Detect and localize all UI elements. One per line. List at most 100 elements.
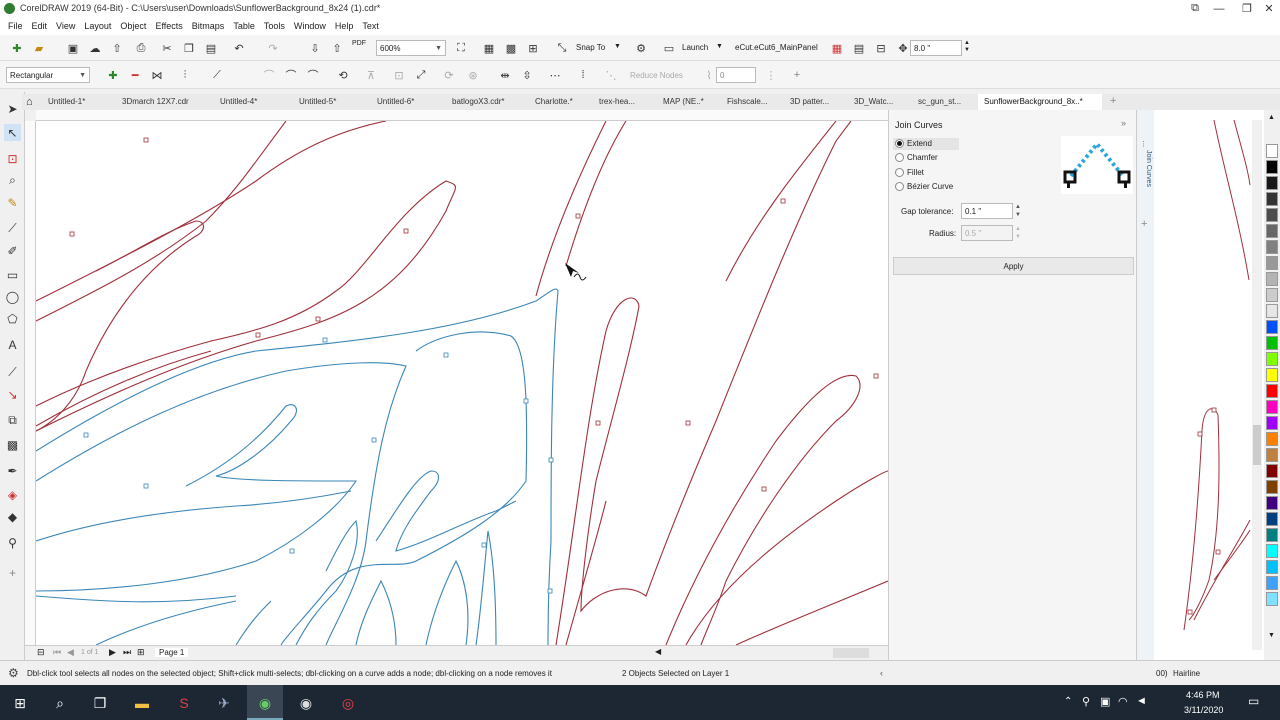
color-swatch[interactable] <box>1266 560 1278 574</box>
connector-tool-icon[interactable]: ↘ <box>4 386 21 403</box>
apply-button[interactable]: Apply <box>893 257 1134 275</box>
cut-icon[interactable]: ✂ <box>160 41 174 55</box>
palette-scroll-down-icon[interactable]: ▼ <box>1268 632 1275 639</box>
snap-to-label[interactable]: Snap To <box>576 43 605 52</box>
color-swatch[interactable] <box>1266 448 1278 462</box>
join-nodes-icon[interactable]: ⋈ <box>150 68 164 82</box>
horizontal-scrollbar-thumb[interactable] <box>833 648 869 658</box>
node-handle[interactable] <box>322 337 328 343</box>
node-handle[interactable] <box>69 231 75 237</box>
gap-tolerance-spinner-icon[interactable]: ▲ ▼ <box>1015 203 1021 219</box>
notifications-icon[interactable]: ▭ <box>1248 694 1259 708</box>
blue-curve[interactable] <box>36 288 559 645</box>
crop-tool-icon[interactable]: ⊡ <box>4 150 21 167</box>
tab-untitled-5[interactable]: Untitled-5* <box>299 94 336 110</box>
snap-icon[interactable]: ⤡ <box>555 41 569 55</box>
artistic-media-icon[interactable]: ✐ <box>4 242 21 259</box>
color-swatch[interactable] <box>1266 416 1278 430</box>
color-swatch[interactable] <box>1266 480 1278 494</box>
show-nodes-icon[interactable]: ⋮ <box>764 68 778 82</box>
selection-mode-combo[interactable]: Rectangular ▼ <box>6 67 90 83</box>
rectangle-tool-icon[interactable]: ▭ <box>4 266 21 283</box>
node-handle[interactable] <box>873 373 879 379</box>
blue-curve[interactable] <box>325 519 358 592</box>
node-handle[interactable] <box>315 316 321 322</box>
radius-input[interactable]: 0.5 " <box>961 225 1013 241</box>
bezier-curve-radio[interactable] <box>895 182 904 191</box>
color-swatch[interactable] <box>1266 256 1278 270</box>
chrome-icon[interactable]: ◎ <box>336 691 360 715</box>
polygon-tool-icon[interactable]: ⬠ <box>4 310 21 327</box>
options-gear-icon[interactable]: ⚙ <box>634 41 648 55</box>
blue-curve[interactable] <box>375 470 517 552</box>
vertical-scrollbar-thumb[interactable] <box>1253 425 1261 465</box>
calendar-icon[interactable]: ▦ <box>830 41 844 55</box>
nudge-distance-input[interactable]: 8.0 " <box>910 40 962 56</box>
node-handle[interactable] <box>83 432 89 438</box>
menu-object[interactable]: Object <box>120 21 146 31</box>
red-curve[interactable] <box>685 470 888 645</box>
upload-icon[interactable]: ⇧ <box>110 41 124 55</box>
freehand-tool-icon[interactable]: ✎ <box>4 194 21 211</box>
tab-untitled-6[interactable]: Untitled-6* <box>377 94 414 110</box>
color-swatch[interactable] <box>1266 192 1278 206</box>
tab-trex-head[interactable]: trex-hea... <box>599 94 635 110</box>
undo-icon[interactable]: ↶ <box>232 41 246 55</box>
volume-icon[interactable]: ◄ <box>1136 695 1147 707</box>
bezier-tool-icon[interactable]: ⟋ <box>4 220 21 237</box>
reverse-direction-icon[interactable]: ⟲ <box>336 68 350 82</box>
chevron-down-icon[interactable]: ▼ <box>614 43 621 50</box>
color-swatch[interactable] <box>1266 400 1278 414</box>
status-expand-icon[interactable]: ‹ <box>880 668 883 678</box>
cloud-sync-icon[interactable]: ☁ <box>88 41 102 55</box>
add-icon[interactable]: + <box>790 68 804 82</box>
node-handle[interactable] <box>143 137 149 143</box>
blue-curve[interactable] <box>280 331 528 645</box>
node-handle[interactable] <box>780 198 786 204</box>
extract-subpath-icon[interactable]: ⊡ <box>392 68 406 82</box>
text-tool-icon[interactable]: A <box>4 336 21 353</box>
radius-spinner-icon[interactable]: ▲ ▼ <box>1015 225 1021 241</box>
minimize-button[interactable]: — <box>1204 0 1234 17</box>
menu-view[interactable]: View <box>56 21 75 31</box>
show-hidden-icons-icon[interactable]: ⌃ <box>1064 696 1072 707</box>
red-curve[interactable] <box>555 121 852 645</box>
color-swatch[interactable] <box>1266 528 1278 542</box>
fillet-label[interactable]: Fillet <box>907 168 924 177</box>
guidelines-icon[interactable]: ⊞ <box>526 41 540 55</box>
pick-tool-icon[interactable]: ➤ <box>4 100 21 117</box>
delete-node-icon[interactable]: ━ <box>128 68 142 82</box>
color-swatch[interactable] <box>1266 368 1278 382</box>
menu-file[interactable]: File <box>8 21 23 31</box>
settings-gear-icon[interactable]: ⚙ <box>8 666 19 680</box>
page-options-icon[interactable]: ⊟ <box>37 647 45 658</box>
stretch-nodes-icon[interactable]: ⤢ <box>414 68 428 82</box>
add-page-icon[interactable]: ⊞ <box>137 647 145 658</box>
color-swatch[interactable] <box>1266 144 1278 158</box>
menu-edit[interactable]: Edit <box>32 21 48 31</box>
table-icon[interactable]: ▤ <box>852 41 866 55</box>
home-icon[interactable]: ⌂ <box>26 96 33 108</box>
location-icon[interactable]: ⚲ <box>1082 695 1090 708</box>
color-swatch[interactable] <box>1266 320 1278 334</box>
ecut-panel-label[interactable]: eCut.eCut6_MainPanel <box>735 43 818 52</box>
grid-icon[interactable]: ▩ <box>504 41 518 55</box>
node-handle[interactable] <box>547 588 553 594</box>
windows-start-icon[interactable]: ⊞ <box>8 691 32 715</box>
wifi-icon[interactable]: ◠ <box>1118 695 1128 708</box>
elastic-mode-icon[interactable]: ⋯ <box>548 68 562 82</box>
launch-label[interactable]: Launch <box>682 43 708 52</box>
color-swatch[interactable] <box>1266 224 1278 238</box>
blue-curve[interactable] <box>36 595 237 603</box>
interactive-fill-icon[interactable]: ◈ <box>4 486 21 503</box>
fillet-radio[interactable] <box>895 168 904 177</box>
tab-sunflower-background[interactable]: SunflowerBackground_8x..* <box>978 94 1102 110</box>
paste-icon[interactable]: ▤ <box>204 41 218 55</box>
color-swatch[interactable] <box>1266 496 1278 510</box>
taskbar-date[interactable]: 3/11/2020 <box>1184 705 1223 715</box>
menu-bitmaps[interactable]: Bitmaps <box>192 21 225 31</box>
node-handle[interactable] <box>481 542 487 548</box>
tab-charlotte[interactable]: Charlotte.* <box>535 94 573 110</box>
node-handle[interactable] <box>685 420 691 426</box>
smooth-node-icon[interactable]: ⌒ <box>306 68 320 82</box>
